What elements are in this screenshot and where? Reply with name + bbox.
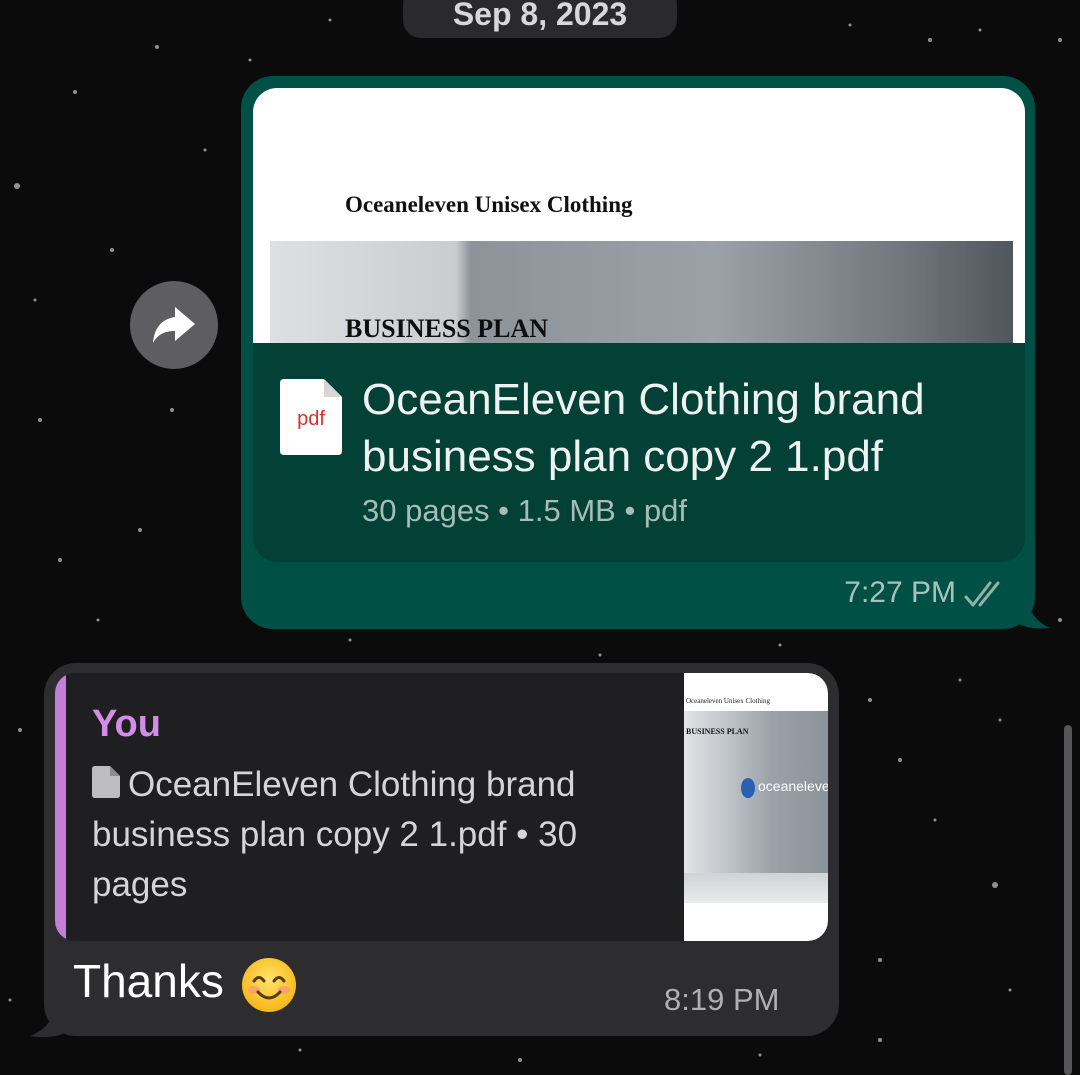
document-preview[interactable]: Oceaneleven Unisex Clothing BUSINESS PLA… [253,88,1025,343]
thumbnail-floor [684,873,828,903]
quoted-text-block: OceanEleven Clothing brand business plan… [92,760,652,910]
preview-heading: BUSINESS PLAN [345,314,549,343]
document-attachment[interactable]: Oceaneleven Unisex Clothing BUSINESS PLA… [253,88,1025,562]
quoted-document-thumbnail: Oceaneleven Unisex Clothing BUSINESS PLA… [684,673,828,941]
svg-text:oceaneleven: oceaneleven [758,778,828,794]
preview-title: Oceaneleven Unisex Clothing [345,192,633,217]
quoted-author: You [92,703,161,745]
pdf-icon-label: pdf [297,408,325,430]
incoming-message-bubble[interactable]: You OceanEleven Clothing brand business … [44,663,839,1036]
message-time: 7:27 PM [844,576,956,609]
document-meta: 30 pages • 1.5 MB • pdf [362,493,688,528]
forward-button[interactable] [130,281,218,369]
document-info[interactable]: pdf OceanEleven Clothing brand business … [253,343,1025,562]
message-time: 8:19 PM [664,982,780,1017]
oceaneleven-logo: oceaneleven [741,778,828,798]
document-icon [92,766,120,798]
date-separator: Sep 8, 2023 [403,0,677,38]
smiling-face-emoji-icon [242,958,296,1012]
message-text: Thanks [73,955,224,1007]
read-receipt-icon [964,581,1000,607]
thumbnail-title: Oceaneleven Unisex Clothing [686,697,770,705]
quoted-reply[interactable]: You OceanEleven Clothing brand business … [55,673,828,941]
pdf-file-icon: pdf [280,379,342,455]
reply-accent-bar [55,673,66,941]
scrollbar[interactable] [1064,725,1072,1075]
thumbnail-heading: BUSINESS PLAN [686,727,749,736]
outgoing-message-bubble[interactable]: Oceaneleven Unisex Clothing BUSINESS PLA… [241,76,1035,629]
forward-arrow-icon [153,307,195,343]
document-file-name: OceanEleven Clothing brand business plan… [362,375,925,481]
quoted-text: OceanEleven Clothing brand business plan… [92,765,578,904]
